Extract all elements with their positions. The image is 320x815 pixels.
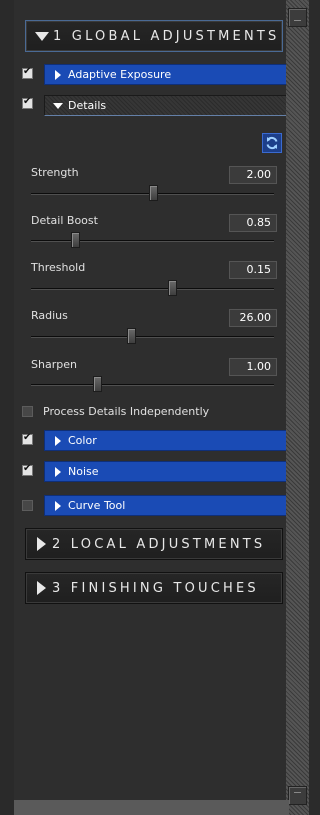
chevron-down-icon xyxy=(35,31,49,41)
radius-label: Radius xyxy=(31,309,68,322)
tool-adaptive-exposure[interactable]: Adaptive Exposure xyxy=(44,64,287,85)
strength-label: Strength xyxy=(31,166,79,179)
refresh-icon[interactable] xyxy=(262,133,282,153)
detail-boost-label: Detail Boost xyxy=(31,214,98,227)
detail-boost-value[interactable]: 0.85 xyxy=(229,214,277,232)
threshold-slider-thumb[interactable] xyxy=(168,280,177,296)
radius-value[interactable]: 26.00 xyxy=(229,309,277,327)
chevron-right-icon xyxy=(37,581,46,595)
section-local-adjustments-header[interactable]: 2 LOCAL ADJUSTMENTS xyxy=(25,528,283,560)
tool-label: Curve Tool xyxy=(68,499,126,512)
detail-boost-slider[interactable] xyxy=(31,240,274,242)
color-checkbox[interactable] xyxy=(22,432,33,445)
tool-color[interactable]: Color xyxy=(44,430,287,451)
sharpen-label: Sharpen xyxy=(31,358,77,371)
radius-slider-thumb[interactable] xyxy=(127,328,136,344)
strength-slider-thumb[interactable] xyxy=(149,185,158,201)
strength-value[interactable]: 2.00 xyxy=(229,166,277,184)
caret-right-icon xyxy=(55,466,61,477)
details-checkbox[interactable] xyxy=(22,96,33,109)
section-title: 2 LOCAL ADJUSTMENTS xyxy=(52,536,266,552)
process-details-independently-checkbox[interactable] xyxy=(22,406,33,417)
sharpen-slider-thumb[interactable] xyxy=(93,376,102,392)
tool-noise[interactable]: Noise xyxy=(44,461,287,482)
sharpen-value[interactable]: 1.00 xyxy=(229,358,277,376)
tool-label: Adaptive Exposure xyxy=(68,68,172,81)
section-title: 1 GLOBAL ADJUSTMENTS xyxy=(53,28,280,44)
section-global-adjustments-header[interactable]: 1 GLOBAL ADJUSTMENTS xyxy=(25,20,283,52)
tool-label: Details xyxy=(68,99,107,112)
panel-bottom-edge xyxy=(14,800,289,815)
noise-checkbox[interactable] xyxy=(22,463,33,476)
tool-curve-tool[interactable]: Curve Tool xyxy=(44,495,287,516)
tool-label: Noise xyxy=(68,465,99,478)
adjustments-panel xyxy=(14,0,287,807)
process-details-independently-label: Process Details Independently xyxy=(43,405,210,418)
sharpen-slider[interactable] xyxy=(31,384,274,386)
caret-right-icon xyxy=(55,435,61,446)
scroll-up-button[interactable] xyxy=(288,8,307,27)
tool-details[interactable]: Details xyxy=(44,95,287,116)
section-title: 3 FINISHING TOUCHES xyxy=(52,580,259,596)
radius-slider[interactable] xyxy=(31,336,274,338)
threshold-slider[interactable] xyxy=(31,288,274,290)
scroll-down-button[interactable] xyxy=(288,786,307,805)
curve-tool-checkbox[interactable] xyxy=(22,500,33,511)
section-finishing-touches-header[interactable]: 3 FINISHING TOUCHES xyxy=(25,572,283,604)
adaptive-exposure-checkbox[interactable] xyxy=(22,66,33,79)
tool-label: Color xyxy=(68,434,97,447)
threshold-label: Threshold xyxy=(31,261,86,274)
vertical-scrollbar[interactable] xyxy=(286,0,309,815)
threshold-value[interactable]: 0.15 xyxy=(229,261,277,279)
caret-down-icon xyxy=(53,102,63,109)
caret-right-icon xyxy=(55,69,61,80)
detail-boost-slider-thumb[interactable] xyxy=(71,232,80,248)
caret-right-icon xyxy=(55,500,61,511)
chevron-right-icon xyxy=(37,537,46,551)
